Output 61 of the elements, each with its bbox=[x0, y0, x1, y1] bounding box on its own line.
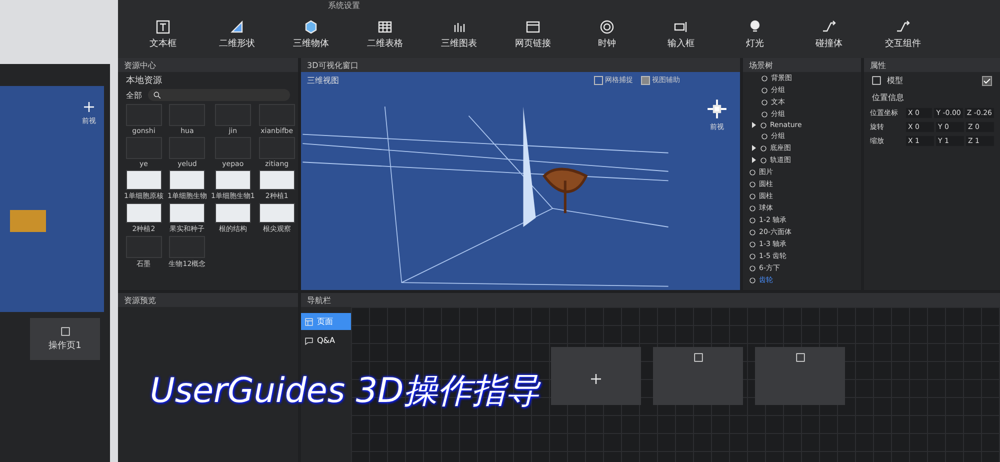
axis-gizmo-icon bbox=[82, 100, 96, 114]
slide-thumbnail[interactable] bbox=[214, 170, 251, 190]
add-page-card[interactable] bbox=[551, 347, 641, 405]
page-icon bbox=[694, 353, 702, 362]
viewport-title: 三维视图 bbox=[307, 75, 339, 86]
toolbar-button[interactable]: 三维图表 bbox=[428, 20, 490, 50]
slide-thumbnail[interactable] bbox=[126, 170, 162, 190]
browser-icon bbox=[526, 20, 540, 34]
menu-item[interactable]: 系统设置 bbox=[328, 0, 360, 12]
page-icon bbox=[796, 353, 804, 362]
expand-arrow-icon[interactable] bbox=[751, 122, 757, 128]
page-card[interactable] bbox=[755, 347, 845, 405]
panel-tab[interactable]: 属性 bbox=[864, 58, 1000, 72]
object-type: 模型 bbox=[887, 75, 904, 86]
toolbar-button[interactable]: 交互组件 bbox=[872, 20, 934, 50]
panel-tab[interactable]: 导航栏 bbox=[301, 293, 1000, 307]
toolbar-button[interactable]: 网页链接 bbox=[502, 20, 564, 50]
plus-icon bbox=[589, 372, 603, 386]
nav-item[interactable]: Q&A bbox=[301, 333, 351, 348]
bulb-icon bbox=[748, 20, 762, 34]
filter-dropdown[interactable]: 全部 bbox=[126, 90, 142, 100]
input-icon bbox=[674, 20, 688, 34]
page-card[interactable]: 操作页1 bbox=[30, 318, 100, 360]
text-icon bbox=[156, 20, 170, 34]
caption-title: UserGuides 3D操作指导 bbox=[150, 370, 540, 413]
toolbar-button[interactable]: 灯光 bbox=[724, 20, 786, 50]
triangle-icon bbox=[230, 20, 244, 34]
panel-tab[interactable]: 场景树 bbox=[743, 58, 861, 72]
panel-tab[interactable]: 3D可视化窗口 bbox=[301, 58, 740, 72]
toolbar-button[interactable]: 输入框 bbox=[650, 20, 712, 50]
slide-thumbnail[interactable] bbox=[258, 170, 295, 190]
panel-tab[interactable]: 资源中心 bbox=[118, 58, 298, 72]
toolbar-button[interactable]: 二维形状 bbox=[206, 20, 268, 50]
toolbar-button[interactable]: 二维表格 bbox=[354, 20, 416, 50]
slide-thumbnail[interactable] bbox=[214, 203, 251, 223]
axis-gizmo-icon bbox=[706, 98, 728, 120]
flow-icon bbox=[896, 20, 910, 34]
slide-thumbnail[interactable] bbox=[169, 203, 206, 223]
toolbar-button[interactable]: 三维物体 bbox=[280, 20, 342, 50]
panel-tab[interactable]: 资源预览 bbox=[118, 293, 298, 307]
section-title[interactable]: 位置信息 bbox=[872, 92, 904, 103]
layout-icon bbox=[305, 318, 313, 326]
toolbar-button[interactable]: 时钟 bbox=[576, 20, 638, 50]
cube-icon bbox=[304, 20, 318, 34]
search-icon bbox=[153, 91, 161, 99]
chat-icon bbox=[305, 336, 313, 344]
table-icon bbox=[378, 20, 392, 34]
toolbar-button[interactable]: 文本框 bbox=[132, 20, 194, 50]
page-icon bbox=[60, 326, 70, 336]
page-card[interactable] bbox=[653, 347, 743, 405]
slide-thumbnail[interactable] bbox=[258, 203, 295, 223]
slide-thumbnail[interactable] bbox=[126, 203, 162, 223]
bar-chart-icon bbox=[452, 20, 466, 34]
section-title[interactable]: 本地资源 bbox=[126, 74, 162, 87]
clock-icon bbox=[600, 20, 614, 34]
page-card-label: 操作页1 bbox=[48, 340, 82, 352]
flow-icon bbox=[822, 20, 836, 34]
slide-thumbnail[interactable] bbox=[169, 170, 206, 190]
visible-checkbox[interactable] bbox=[982, 76, 992, 86]
toolbar-button[interactable]: 碰撞体 bbox=[798, 20, 860, 50]
search-field[interactable] bbox=[148, 89, 290, 101]
